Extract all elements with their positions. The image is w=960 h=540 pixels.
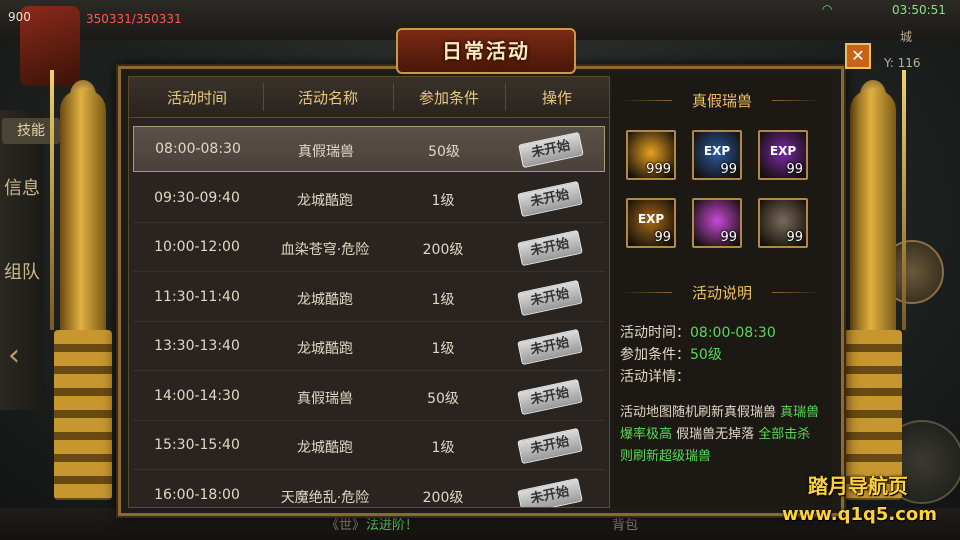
- row-cond: 50级: [427, 391, 459, 407]
- row-name: 天魔绝乱·危险: [280, 490, 370, 506]
- clock-text: 03:50:51: [892, 3, 946, 17]
- row-cond: 1级: [431, 341, 455, 357]
- left-side-panel: [0, 110, 44, 410]
- table-header: 活动时间 活动名称 参加条件 操作: [129, 77, 609, 118]
- activity-detail-panel: 真假瑞兽 999 EXP 99 EXP 99 EXP 99 99 99 活动说明…: [612, 76, 832, 506]
- table-row[interactable]: 16:00-18:00 天魔绝乱·危险 200级 未开始: [133, 473, 605, 507]
- table-row[interactable]: 10:00-12:00 血染苍穹·危险 200级 未开始: [133, 225, 605, 272]
- chat-channel[interactable]: 《世》: [326, 514, 365, 533]
- row-name: 龙城酷跑: [297, 193, 353, 209]
- ore-icon[interactable]: 99: [758, 198, 808, 248]
- row-name: 真假瑞兽: [297, 391, 353, 407]
- table-row[interactable]: 14:00-14:30 真假瑞兽 50级 未开始: [133, 374, 605, 421]
- row-name: 龙城酷跑: [297, 292, 353, 308]
- player-level: 900: [8, 10, 31, 24]
- status-button[interactable]: 未开始: [517, 328, 583, 366]
- table-row[interactable]: 11:30-11:40 龙城酷跑 1级 未开始: [133, 275, 605, 322]
- row-time: 09:30-09:40: [154, 190, 240, 206]
- row-cond: 200级: [422, 242, 464, 258]
- activity-table: 活动时间 活动名称 参加条件 操作 08:00-08:30 真假瑞兽 50级 未…: [128, 76, 610, 508]
- row-name: 真假瑞兽: [298, 144, 354, 160]
- col-name-header: 活动名称: [297, 89, 358, 107]
- row-time: 15:30-15:40: [154, 437, 240, 453]
- row-cond: 50级: [428, 144, 460, 160]
- activity-cond-line: 参加条件：50级: [620, 347, 722, 363]
- player-hp: 350331/350331: [86, 12, 182, 26]
- row-time: 11:30-11:40: [154, 289, 240, 305]
- activity-description: 活动地图随机刷新真假瑞兽 真瑞兽爆率极高 假瑞兽无掉落 全部击杀则刷新超级瑞兽: [620, 405, 820, 464]
- row-name: 龙城酷跑: [297, 341, 353, 357]
- exp-blue-icon[interactable]: EXP 99: [692, 130, 742, 180]
- rainbow-gem-icon[interactable]: 99: [692, 198, 742, 248]
- status-button[interactable]: 未开始: [517, 279, 583, 317]
- guardian-statue-right: [838, 70, 908, 500]
- table-row[interactable]: 15:30-15:40 龙城酷跑 1级 未开始: [133, 423, 605, 470]
- table-row[interactable]: 09:30-09:40 龙城酷跑 1级 未开始: [133, 176, 605, 223]
- row-time: 14:00-14:30: [154, 388, 240, 404]
- col-action-header: 操作: [541, 89, 572, 107]
- map-coord: Y: 116: [884, 56, 921, 70]
- status-button[interactable]: 未开始: [517, 229, 583, 267]
- wifi-icon: ◠: [822, 2, 833, 16]
- side-tab-info[interactable]: 信息: [2, 178, 42, 200]
- exp-gold-icon[interactable]: EXP 99: [626, 198, 676, 248]
- row-time: 16:00-18:00: [154, 487, 240, 503]
- table-row[interactable]: 08:00-08:30 真假瑞兽 50级 未开始: [133, 126, 605, 172]
- close-button[interactable]: ✕: [845, 43, 871, 69]
- row-time: 08:00-08:30: [155, 141, 241, 157]
- row-time: 13:30-13:40: [154, 338, 240, 354]
- activity-time-line: 活动时间：08:00-08:30: [620, 325, 776, 341]
- activity-details-label: 活动详情：: [620, 369, 690, 385]
- side-tab-team[interactable]: 组队: [2, 262, 42, 284]
- status-button[interactable]: 未开始: [517, 180, 583, 218]
- chat-message: 法进阶！: [366, 518, 419, 533]
- watermark-title: 踏月导航页: [808, 474, 908, 498]
- status-button[interactable]: 未开始: [517, 427, 583, 465]
- status-button[interactable]: 未开始: [518, 131, 584, 169]
- row-cond: 200级: [422, 490, 464, 506]
- table-row[interactable]: 13:30-13:40 龙城酷跑 1级 未开始: [133, 324, 605, 371]
- row-cond: 1级: [431, 193, 455, 209]
- col-time-header: 活动时间: [166, 89, 227, 107]
- watermark-url: www.q1q5.com: [782, 504, 938, 525]
- bag-button[interactable]: 背包: [612, 514, 638, 533]
- status-button[interactable]: 未开始: [517, 477, 583, 507]
- map-name: 城: [900, 30, 913, 44]
- gold-ingot-icon[interactable]: 999: [626, 130, 676, 180]
- row-name: 血染苍穹·危险: [280, 242, 370, 258]
- guardian-statue-left: [48, 70, 118, 500]
- status-button[interactable]: 未开始: [517, 378, 583, 416]
- row-name: 龙城酷跑: [297, 440, 353, 456]
- row-cond: 1级: [431, 292, 455, 308]
- dialog-title: 日常活动: [396, 28, 576, 74]
- exp-purple-icon[interactable]: EXP 99: [758, 130, 808, 180]
- row-cond: 1级: [431, 440, 455, 456]
- collapse-arrow-icon[interactable]: ‹: [8, 338, 20, 373]
- row-time: 10:00-12:00: [154, 239, 240, 255]
- col-cond-header: 参加条件: [418, 89, 479, 107]
